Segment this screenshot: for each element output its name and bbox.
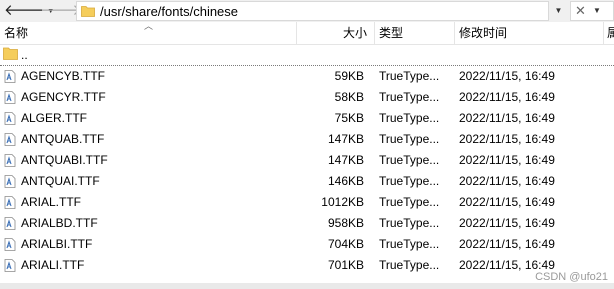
file-row[interactable]: AGENCYB.TTF 59KB TrueType... 2022/11/15,… <box>0 66 614 87</box>
file-name: ARIALBD.TTF <box>21 216 98 230</box>
file-size: 147KB <box>327 153 364 167</box>
font-file-icon <box>4 112 16 125</box>
horizontal-scrollbar[interactable] <box>0 283 614 289</box>
font-file-icon <box>4 91 16 104</box>
file-modified: 2022/11/15, 16:49 <box>459 69 555 83</box>
column-separator[interactable] <box>296 22 297 44</box>
address-bar[interactable]: /usr/share/fonts/chinese <box>76 1 549 21</box>
font-file-icon <box>4 259 16 272</box>
column-separator[interactable] <box>603 22 604 44</box>
file-size: 701KB <box>327 258 364 272</box>
file-name: AGENCYB.TTF <box>21 69 106 83</box>
file-type: TrueType... <box>379 90 440 104</box>
font-file-icon <box>4 196 16 209</box>
address-dropdown-button[interactable]: ▼ <box>551 0 566 22</box>
file-modified: 2022/11/15, 16:49 <box>459 132 555 146</box>
column-separator[interactable] <box>374 22 375 44</box>
file-type: TrueType... <box>379 69 440 83</box>
file-name: ANTQUAI.TTF <box>21 174 100 188</box>
navigation-bar: 🡐 ▼ 🡒 ▼ /usr/share/fonts/chinese ▼ ✕ ▼ <box>0 0 614 22</box>
file-type: TrueType... <box>379 132 440 146</box>
column-size[interactable]: 大小 <box>300 22 367 44</box>
parent-directory-row[interactable]: .. <box>0 44 614 66</box>
file-row[interactable]: ANTQUAB.TTF 147KB TrueType... 2022/11/15… <box>0 129 614 150</box>
chevron-down-icon[interactable]: ▼ <box>593 2 601 20</box>
file-modified: 2022/11/15, 16:49 <box>459 216 555 230</box>
address-path[interactable]: /usr/share/fonts/chinese <box>100 4 238 19</box>
file-size: 704KB <box>327 237 364 251</box>
file-type: TrueType... <box>379 237 440 251</box>
column-extra[interactable]: 属 <box>607 22 614 44</box>
watermark: CSDN @ufo21 <box>535 271 608 283</box>
back-arrow-icon: 🡐 <box>4 2 45 19</box>
file-size: 147KB <box>327 132 364 146</box>
search-box[interactable]: ✕ ▼ <box>570 1 614 21</box>
file-type: TrueType... <box>379 195 440 209</box>
font-file-icon <box>4 238 16 251</box>
file-row[interactable]: ANTQUABI.TTF 147KB TrueType... 2022/11/1… <box>0 150 614 171</box>
font-file-icon <box>4 154 16 167</box>
font-file-icon <box>4 70 16 83</box>
file-name: ALGER.TTF <box>21 111 88 125</box>
file-name: AGENCYR.TTF <box>21 90 106 104</box>
file-row[interactable]: ARIALBI.TTF 704KB TrueType... 2022/11/15… <box>0 234 614 255</box>
font-file-icon <box>4 175 16 188</box>
file-name: ANTQUABI.TTF <box>21 153 108 167</box>
file-size: 146KB <box>327 174 364 188</box>
column-separator[interactable] <box>454 22 455 44</box>
file-modified: 2022/11/15, 16:49 <box>459 90 555 104</box>
file-row[interactable]: ALGER.TTF 75KB TrueType... 2022/11/15, 1… <box>0 108 614 129</box>
file-size: 58KB <box>334 90 364 104</box>
file-type: TrueType... <box>379 111 440 125</box>
file-name: ARIALI.TTF <box>21 258 85 272</box>
file-size: 958KB <box>327 216 364 230</box>
file-size: 75KB <box>334 111 364 125</box>
file-size: 1012KB <box>321 195 364 209</box>
file-row[interactable]: AGENCYR.TTF 58KB TrueType... 2022/11/15,… <box>0 87 614 108</box>
file-row[interactable]: ARIAL.TTF 1012KB TrueType... 2022/11/15,… <box>0 192 614 213</box>
file-modified: 2022/11/15, 16:49 <box>459 237 555 251</box>
parent-directory-label: .. <box>21 48 28 62</box>
file-modified: 2022/11/15, 16:49 <box>459 174 555 188</box>
file-name: ARIAL.TTF <box>21 195 82 209</box>
file-modified: 2022/11/15, 16:49 <box>459 195 555 209</box>
file-name: ARIALBI.TTF <box>21 237 93 251</box>
file-type: TrueType... <box>379 258 440 272</box>
file-row[interactable]: ANTQUAI.TTF 146KB TrueType... 2022/11/15… <box>0 171 614 192</box>
column-type[interactable]: 类型 <box>379 22 403 44</box>
file-row[interactable]: ARIALI.TTF 701KB TrueType... 2022/11/15,… <box>0 255 614 276</box>
column-name[interactable]: 名称 <box>4 22 28 44</box>
file-list: .. AGENCYB.TTF 59KB TrueType... 2022/11/… <box>0 44 614 289</box>
sort-indicator-icon: ︿ <box>144 21 154 31</box>
file-type: TrueType... <box>379 174 440 188</box>
file-row[interactable]: ARIALBD.TTF 958KB TrueType... 2022/11/15… <box>0 213 614 234</box>
close-icon[interactable]: ✕ <box>575 3 586 19</box>
folder-icon <box>81 6 95 17</box>
font-file-icon <box>4 217 16 230</box>
chevron-down-icon: ▼ <box>554 6 563 15</box>
file-type: TrueType... <box>379 153 440 167</box>
file-size: 59KB <box>334 69 364 83</box>
font-file-icon <box>4 133 16 146</box>
column-header: ︿ 名称 大小 类型 修改时间 属 <box>0 21 614 45</box>
file-modified: 2022/11/15, 16:49 <box>459 111 555 125</box>
folder-icon <box>3 47 18 60</box>
column-modified[interactable]: 修改时间 <box>459 22 507 44</box>
file-modified: 2022/11/15, 16:49 <box>459 153 555 167</box>
file-name: ANTQUAB.TTF <box>21 132 105 146</box>
file-type: TrueType... <box>379 216 440 230</box>
